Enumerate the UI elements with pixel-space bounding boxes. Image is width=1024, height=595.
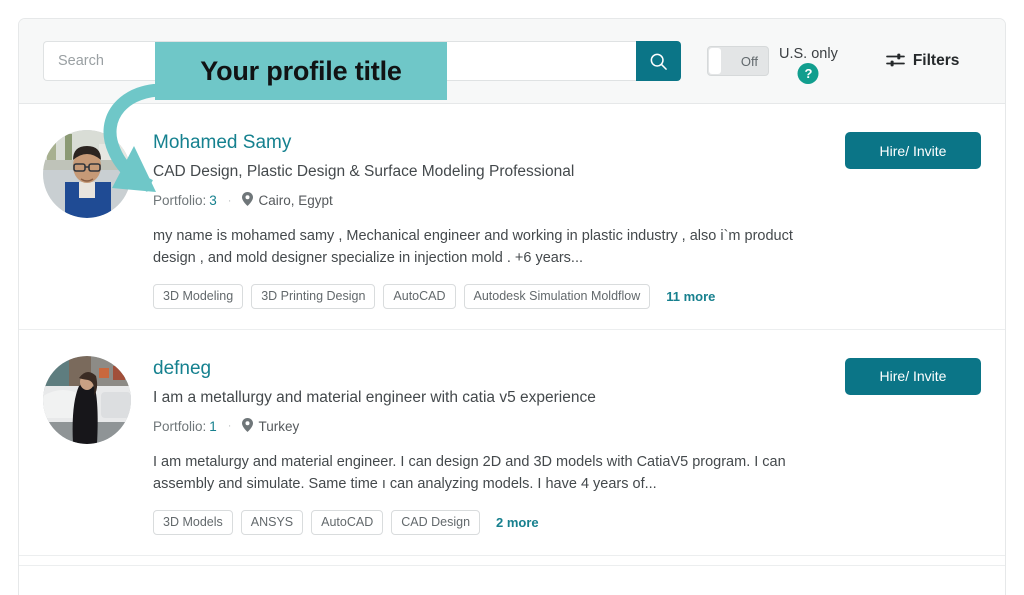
profile-row: defneg I am a metallurgy and material en… (19, 330, 1005, 556)
freelancer-search-page: Off U.S. only ? Filters (0, 0, 1024, 595)
profile-description: I am metalurgy and material engineer. I … (153, 451, 823, 496)
avatar[interactable] (43, 356, 131, 444)
header-controls: Off U.S. only ? Filters (707, 45, 959, 77)
profile-row-partial (19, 556, 1005, 566)
portfolio-count-link[interactable]: 3 (209, 193, 217, 208)
profile-tagline: I am a metallurgy and material engineer … (153, 389, 845, 407)
portfolio-label: Portfolio: (153, 419, 206, 434)
skill-tag[interactable]: CAD Design (391, 510, 480, 535)
hire-invite-button[interactable]: Hire/ Invite (845, 358, 981, 395)
skill-tag[interactable]: 3D Printing Design (251, 284, 375, 309)
us-only-label: U.S. only (779, 46, 838, 62)
hire-invite-button[interactable]: Hire/ Invite (845, 132, 981, 169)
meta-separator: · (228, 195, 232, 207)
portfolio-label: Portfolio: (153, 193, 206, 208)
more-tags-link[interactable]: 2 more (496, 515, 539, 530)
filters-button[interactable]: Filters (886, 52, 960, 71)
skill-tag[interactable]: 3D Models (153, 510, 233, 535)
profile-location: Cairo, Egypt (242, 192, 332, 209)
annotation-callout: Your profile title (155, 42, 447, 100)
location-text: Turkey (258, 419, 299, 434)
skill-tag[interactable]: ANSYS (241, 510, 303, 535)
toggle-state-label: Off (741, 54, 758, 69)
meta-separator: · (228, 420, 232, 432)
help-icon[interactable]: ? (798, 63, 819, 84)
skill-tags: 3D Models ANSYS AutoCAD CAD Design 2 mor… (153, 510, 845, 535)
more-tags-link[interactable]: 11 more (666, 289, 715, 304)
toggle-knob (709, 48, 721, 74)
location-pin-icon (242, 192, 253, 209)
profile-name-link[interactable]: defneg (153, 358, 211, 380)
profile-name-link[interactable]: Mohamed Samy (153, 132, 291, 154)
profile-description: my name is mohamed samy , Mechanical eng… (153, 225, 823, 270)
profile-meta: Portfolio: 3 · Cairo, Egypt (153, 192, 845, 209)
location-pin-icon (242, 418, 253, 435)
sliders-icon (886, 52, 905, 71)
profile-tagline: CAD Design, Plastic Design & Surface Mod… (153, 163, 845, 181)
skill-tags: 3D Modeling 3D Printing Design AutoCAD A… (153, 284, 845, 309)
search-icon (649, 52, 668, 71)
annotation-label: Your profile title (200, 56, 401, 87)
skill-tag[interactable]: AutoCAD (383, 284, 455, 309)
us-only-toggle[interactable]: Off (707, 46, 769, 76)
profile-location: Turkey (242, 418, 299, 435)
profile-row: Mohamed Samy CAD Design, Plastic Design … (19, 104, 1005, 330)
location-text: Cairo, Egypt (258, 193, 332, 208)
profile-meta: Portfolio: 1 · Turkey (153, 418, 845, 435)
us-only-group: U.S. only ? (779, 45, 838, 77)
portfolio-count-link[interactable]: 1 (209, 419, 217, 434)
profile-details: Mohamed Samy CAD Design, Plastic Design … (153, 130, 845, 309)
profile-details: defneg I am a metallurgy and material en… (153, 356, 845, 535)
filters-label: Filters (913, 52, 960, 70)
skill-tag[interactable]: 3D Modeling (153, 284, 243, 309)
results-panel: Off U.S. only ? Filters (18, 18, 1006, 595)
skill-tag[interactable]: Autodesk Simulation Moldflow (464, 284, 651, 309)
avatar[interactable] (43, 130, 131, 218)
skill-tag[interactable]: AutoCAD (311, 510, 383, 535)
search-button[interactable] (636, 41, 681, 81)
